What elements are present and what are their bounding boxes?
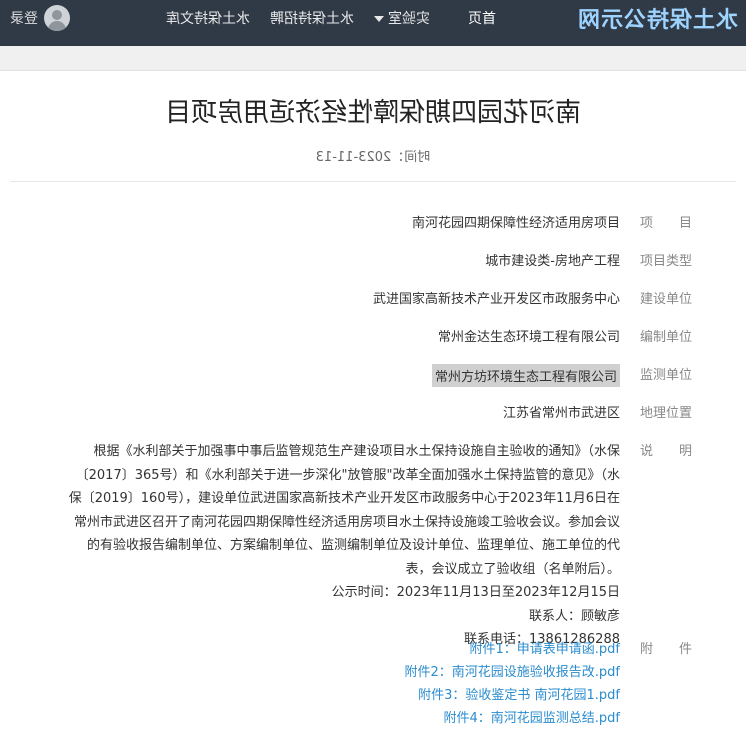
description-line: 常州市武进区召开了南河花园四期保障性经济适用房项目水土保持设施竣工验收会议。参加… [73,514,620,530]
description-line: 公示时间：2023年11月13日至2023年12月15日 [331,585,620,600]
nav-home[interactable]: 首页 [458,8,506,28]
field-label: 说 明 [640,444,693,459]
top-navigation-bar: 水土保持公示网 首页 实验室 水土保持招聘 水土保持文库 登录 [0,0,746,46]
attachment-link-2[interactable]: 附件2：南河花园设施验收报告改.pdf [405,661,620,680]
description-line: 根据《水利部关于加强事中事后监管规范生产建设项目水土保持设施自主验收的通知》（水… [93,444,620,459]
field-label: 监测单位 [640,368,693,383]
field-value: 城市建设类-房地产工程 [485,254,620,269]
login-area[interactable]: 登录 [10,0,70,36]
field-value: 江苏省常州市武进区 [502,406,620,421]
description-text: 根据《水利部关于加强事中事后监管规范生产建设项目水土保持设施自主验收的通知》（水… [20,440,620,652]
field-label: 项目类型 [640,254,693,269]
login-link[interactable]: 登录 [10,8,38,28]
field-label: 建设单位 [640,292,693,307]
nav-lab-label: 实验室 [388,11,430,27]
field-value: 南河花园四期保障性经济适用房项目 [411,216,620,231]
nav-recruit[interactable]: 水土保持招聘 [260,8,364,28]
divider [10,181,736,182]
publish-date: 时间：2023-11-13 [315,150,431,165]
field-value: 常州金达生态环境工程有限公司 [437,330,620,345]
attachment-link-1[interactable]: 附件1：申请表申请函.pdf [470,638,620,657]
field-value-highlighted: 常州方坊环境生态工程有限公司 [431,364,620,387]
description-line: 〔2017〕365号）和《水利部关于进一步深化"放管服"改革全面加强水土保持监管… [75,467,620,483]
nav-lab[interactable]: 实验室 [364,8,440,28]
field-label: 项 目 [640,216,693,231]
sub-header-bar [0,46,746,71]
description-line: 的有验收报告编制单位、方案编制单位、监测编制单位及设计单位、监理单位、施工单位的… [86,538,620,553]
field-label: 附 件 [640,642,693,657]
nav-library[interactable]: 水土保持文库 [156,8,260,28]
site-logo[interactable]: 水土保持公示网 [577,0,746,36]
page-title: 南河花园四期保障性经济适用房项目 [165,98,582,128]
chevron-down-icon [374,16,384,22]
field-label: 地理位置 [640,406,693,421]
description-line: 表，会议成立了验收组（名单附后）。 [405,561,620,577]
user-avatar-icon[interactable] [44,5,70,31]
field-label: 编制单位 [640,330,693,345]
attachment-link-4[interactable]: 附件4：南河花园监测总结.pdf [444,707,620,726]
attachment-link-3[interactable]: 附件3：验收鉴定书 南河花园1.pdf [418,684,620,703]
main-nav: 首页 实验室 水土保持招聘 水土保持文库 [156,0,506,36]
field-value: 武进国家高新技术产业开发区市政服务中心 [372,292,620,307]
description-line: 联系人：顾敏彦 [528,608,620,624]
description-line: 保〔2019〕160号），建设单位武进国家高新技术产业开发区市政服务中心于202… [68,491,620,506]
